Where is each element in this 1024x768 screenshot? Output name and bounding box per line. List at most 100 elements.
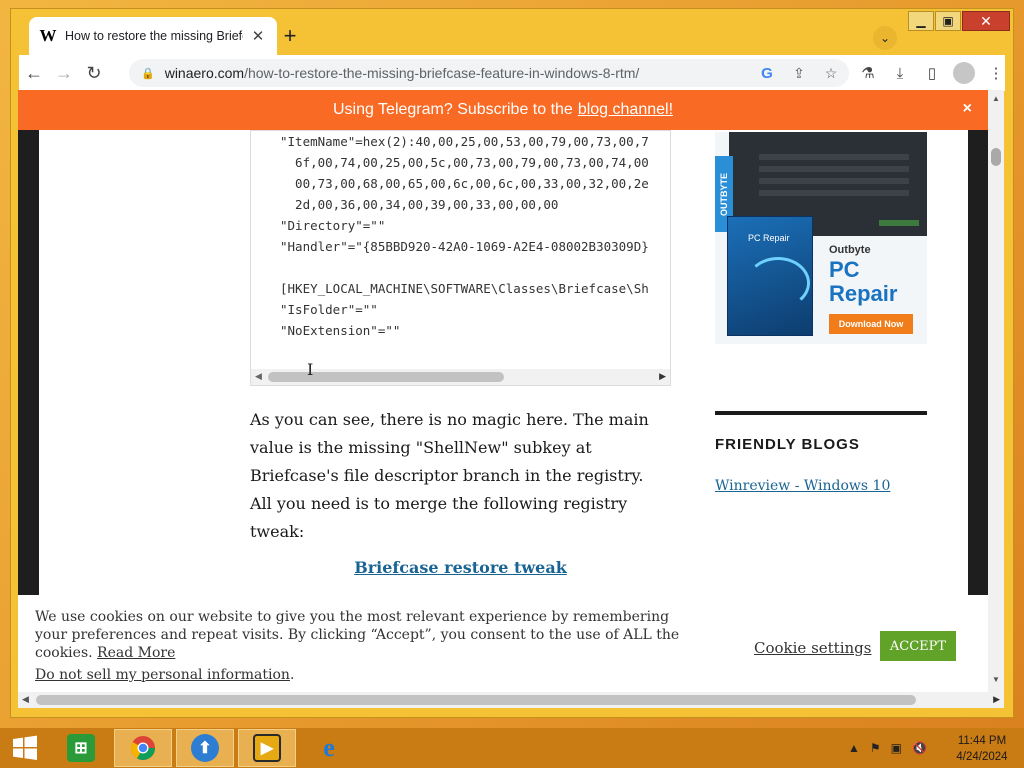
google-lens-icon[interactable]: G — [757, 63, 777, 83]
avatar-icon — [953, 62, 975, 84]
tab-close-icon[interactable]: ✕ — [249, 27, 267, 45]
code-line: "NoExtension"="" — [280, 323, 401, 338]
code-horizontal-scrollbar[interactable]: ◀ ▶ — [251, 369, 670, 385]
ad-screen-row — [759, 166, 909, 172]
lock-icon[interactable]: 🔒 — [141, 67, 155, 80]
scroll-right-icon[interactable]: ▶ — [659, 371, 666, 382]
labs-flask-icon[interactable]: ⚗ — [855, 59, 881, 87]
outbyte-ad[interactable]: OUTBYTE PC Repair Outbyte PC Repair Down… — [715, 132, 927, 344]
cookie-banner: We use cookies on our website to give yo… — [18, 595, 988, 698]
ad-download-button[interactable]: Download Now — [829, 314, 913, 334]
start-button[interactable] — [0, 729, 50, 767]
taskbar-clock[interactable]: 11:44 PM 4/24/2024 — [952, 733, 1012, 765]
code-scroll-thumb[interactable] — [268, 372, 504, 382]
system-tray: ▲ ⚑ ▣ 🔇 — [848, 730, 927, 766]
code-line: "ItemName"=hex(2):40,00,25,00,53,00,79,0… — [280, 134, 649, 149]
clock-time: 11:44 PM — [957, 735, 1007, 747]
friendly-blogs-heading: FRIENDLY BLOGS — [715, 436, 860, 453]
code-lines: "ItemName"=hex(2):40,00,25,00,53,00,79,0… — [280, 131, 649, 341]
new-tab-button[interactable]: + — [277, 23, 303, 49]
code-line: [HKEY_LOCAL_MACHINE\SOFTWARE\Classes\Bri… — [280, 281, 649, 296]
store-icon: ⊞ — [67, 734, 95, 762]
scroll-left-icon[interactable]: ◀ — [22, 694, 29, 705]
taskbar-store[interactable]: ⊞ — [52, 729, 110, 767]
do-not-sell: Do not sell my personal information. — [35, 667, 295, 683]
code-line: "Handler"="{85BBD920-42A0-1069-A2E4-0800… — [280, 239, 649, 254]
page-horizontal-scrollbar[interactable]: ◀ ▶ — [18, 692, 1004, 708]
cookie-text: We use cookies on our website to give yo… — [35, 608, 685, 662]
page-viewport: Using Telegram? Subscribe to the blog ch… — [18, 90, 1004, 698]
telegram-banner-text: Using Telegram? Subscribe to the — [332, 101, 573, 118]
upload-arrow-icon: ⬆ — [191, 734, 219, 762]
browser-menu-icon[interactable]: ⋮ — [983, 59, 1009, 87]
browser-toolbar: ← → ↻ 🔒 winaero.com/how-to-restore-the-m… — [19, 55, 1005, 91]
scroll-right-icon[interactable]: ▶ — [993, 694, 1000, 705]
horizontal-scroll-thumb[interactable] — [36, 695, 916, 705]
taskbar-ie[interactable]: e — [300, 729, 358, 767]
back-button[interactable]: ← — [19, 58, 49, 88]
scroll-up-icon[interactable]: ▲ — [992, 94, 1000, 103]
omnibox-icons: G ⇪ ☆ — [757, 63, 841, 83]
forward-button[interactable]: → — [49, 58, 79, 88]
code-line: "Directory"="" — [280, 218, 386, 233]
media-player-icon: ▶ — [253, 734, 281, 762]
tab-winaero[interactable]: W How to restore the missing Briefc ✕ — [29, 17, 277, 55]
windows-logo-icon — [13, 735, 37, 760]
close-window-button[interactable]: ✕ — [962, 11, 1010, 31]
code-line: "IsFolder"="" — [280, 302, 378, 317]
url-host: winaero.com — [164, 65, 245, 81]
reload-button[interactable]: ↻ — [79, 58, 109, 88]
chrome-icon — [130, 736, 155, 761]
winaero-favicon-icon: W — [39, 26, 57, 45]
show-hidden-icons-icon[interactable]: ▲ — [848, 741, 860, 755]
url-path: /how-to-restore-the-missing-briefcase-fe… — [244, 65, 640, 81]
taskbar-media-app[interactable]: ▶ — [238, 729, 296, 767]
ad-screen-row — [759, 178, 909, 184]
clock-date: 4/24/2024 — [956, 751, 1008, 763]
tab-strip: W How to restore the missing Briefc ✕ + … — [11, 9, 1013, 55]
scroll-left-icon[interactable]: ◀ — [255, 371, 262, 382]
volume-muted-icon[interactable]: 🔇 — [912, 741, 927, 755]
banner-close-icon[interactable]: × — [963, 100, 972, 118]
tab-search-button[interactable]: ⌄ — [873, 26, 897, 50]
taskbar-upload-app[interactable]: ⬆ — [176, 729, 234, 767]
code-line: 6f,00,74,00,25,00,5c,00,73,00,79,00,73,0… — [280, 155, 649, 170]
do-not-sell-link[interactable]: Do not sell my personal information — [35, 667, 290, 683]
network-icon[interactable]: ▣ — [891, 741, 902, 755]
minimize-button[interactable]: ▁ — [908, 11, 934, 31]
tab-title: How to restore the missing Briefc — [65, 29, 243, 43]
code-line: 2d,00,36,00,34,00,39,00,33,00,00,00 — [280, 197, 559, 212]
ad-screen-button — [879, 220, 919, 226]
extension-icons: ⚗ ⤓ ▯ ⋮ — [855, 59, 1009, 87]
ad-product-name: PC Repair — [829, 257, 898, 306]
code-line: 00,73,00,68,00,65,00,6c,00,6c,00,33,00,3… — [280, 176, 649, 191]
bookmark-star-icon[interactable]: ☆ — [821, 63, 841, 83]
ad-brand: Outbyte — [829, 244, 871, 256]
text-cursor-icon: I — [307, 360, 314, 379]
share-icon[interactable]: ⇪ — [789, 63, 809, 83]
registry-code-block[interactable]: "ItemName"=hex(2):40,00,25,00,53,00,79,0… — [250, 130, 671, 386]
page-vertical-scrollbar[interactable]: ▲ ▼ — [988, 90, 1004, 698]
vertical-scroll-thumb[interactable] — [991, 148, 1001, 166]
ad-screen-row — [759, 154, 909, 160]
blog-channel-link[interactable]: blog channel! — [578, 101, 673, 119]
profile-avatar[interactable] — [951, 59, 977, 87]
briefcase-tweak-download-link[interactable]: Briefcase restore tweak — [250, 558, 671, 577]
side-panel-icon[interactable]: ▯ — [919, 59, 945, 87]
cookie-settings-link[interactable]: Cookie settings — [754, 639, 871, 657]
address-bar[interactable]: 🔒 winaero.com/how-to-restore-the-missing… — [129, 59, 849, 87]
download-icon[interactable]: ⤓ — [887, 59, 913, 87]
accept-button[interactable]: ACCEPT — [880, 631, 956, 661]
read-more-link[interactable]: Read More — [97, 645, 175, 661]
internet-explorer-icon: e — [323, 733, 335, 762]
ad-box-label: PC Repair — [748, 233, 790, 243]
scroll-down-icon[interactable]: ▼ — [992, 675, 1000, 684]
maximize-button[interactable]: ▣ — [935, 11, 961, 31]
taskbar-chrome[interactable] — [114, 729, 172, 767]
winreview-link[interactable]: Winreview - Windows 10 — [715, 478, 890, 494]
sidebar-divider — [715, 411, 927, 415]
ad-product-box: PC Repair — [727, 216, 813, 336]
action-center-flag-icon[interactable]: ⚑ — [870, 741, 881, 755]
telegram-banner: Using Telegram? Subscribe to the blog ch… — [18, 90, 988, 130]
